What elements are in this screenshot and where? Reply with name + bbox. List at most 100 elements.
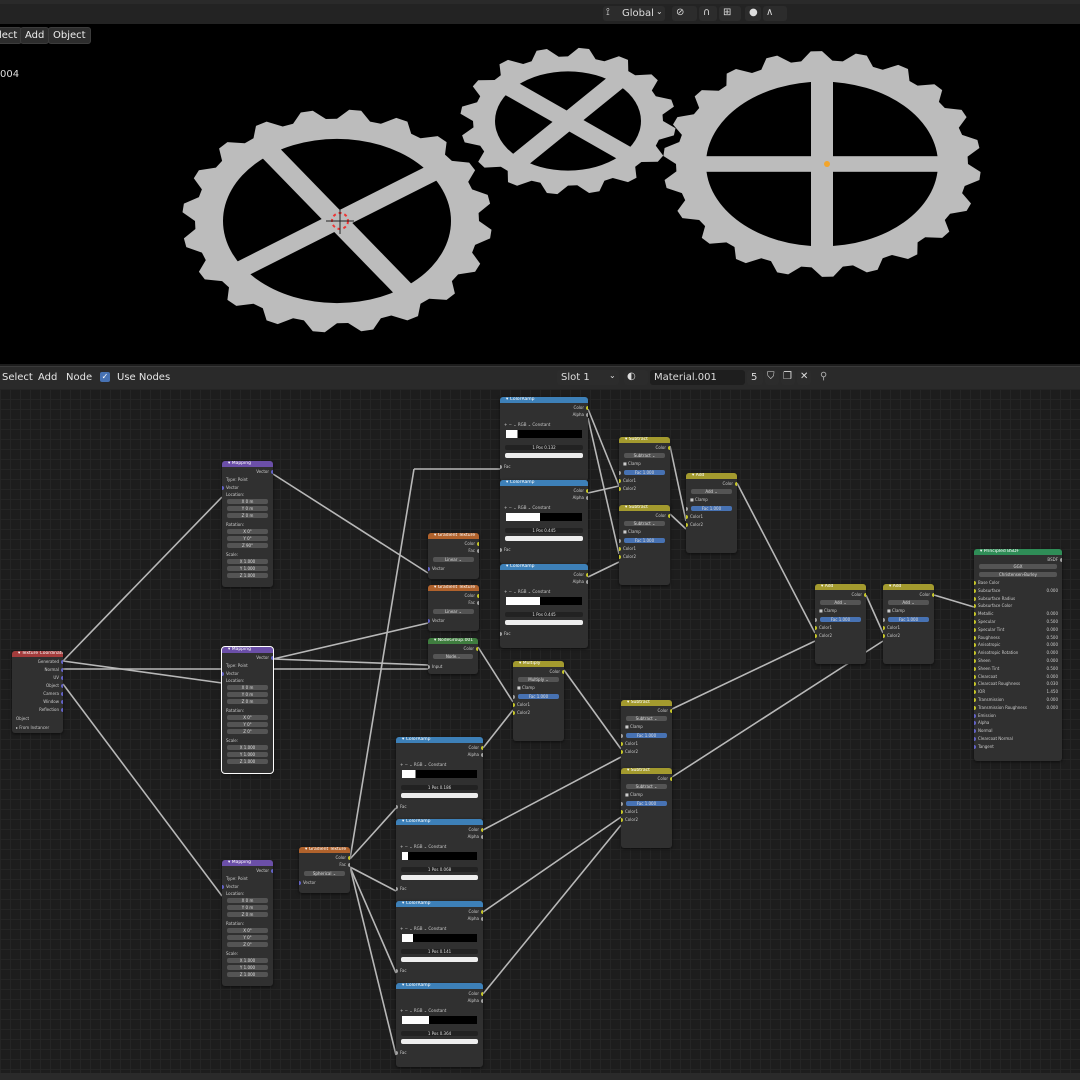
node-socket[interactable] [974,651,976,656]
node-socket[interactable] [883,618,885,622]
node-socket[interactable] [974,744,976,749]
bsdf-input-value[interactable]: 0.000 [1047,627,1058,632]
node-field[interactable]: Y 1.000 [227,566,268,571]
node-socket[interactable] [621,818,623,822]
node-field[interactable]: Subtract ⌄ [626,784,667,789]
node-socket[interactable] [271,656,273,660]
node-socket[interactable] [428,619,430,623]
node-field[interactable]: X 0 m [227,499,268,504]
node-socket[interactable] [974,612,976,617]
node-field[interactable]: Add ⌄ [691,489,732,494]
gradient-texture-node-1[interactable]: ▾ Gradient Texture Color Fac Linear ⌄ Vector [428,533,479,579]
node-field[interactable]: X 1.000 [227,745,268,750]
node-field[interactable]: Y 0° [227,536,268,541]
colorramp-color-swatch[interactable] [401,793,478,798]
node-socket[interactable] [586,496,588,500]
colorramp-color-swatch[interactable] [505,453,583,458]
node-socket[interactable] [686,515,688,519]
node-field[interactable]: Z 90° [227,543,268,548]
node-socket[interactable] [974,588,976,593]
node-socket[interactable] [974,666,976,671]
bsdf-input-value[interactable]: 0.000 [1047,588,1058,593]
node-socket[interactable] [686,523,688,527]
node-socket[interactable] [974,635,976,640]
add-node-2[interactable]: ▾ Add Color Add ⌄ ■ Clamp Fac 1.000 Color1 Col… [815,584,866,664]
colorramp-color-swatch[interactable] [401,875,478,880]
node-socket[interactable] [735,482,737,486]
node-socket[interactable] [974,620,976,624]
node-socket[interactable] [396,969,398,973]
node-socket[interactable] [621,734,623,738]
node-socket[interactable] [883,626,885,630]
node-socket[interactable] [271,470,273,474]
node-socket[interactable] [396,805,398,809]
node-field[interactable]: Y 0 m [227,905,268,910]
distribution-dropdown[interactable]: GGX [979,564,1057,569]
slot-dropdown[interactable]: Slot 1 ⌄ [557,370,619,385]
bsdf-input-value[interactable]: 0.500 [1047,635,1058,640]
bsdf-input-value[interactable]: 0.000 [1047,697,1058,702]
node-socket[interactable] [500,632,502,636]
node-field[interactable]: Z 1.000 [227,759,268,764]
node-field[interactable]: X 0 m [227,685,268,690]
node-field[interactable]: Fac 1.000 [626,801,667,806]
gear-right[interactable] [663,51,981,277]
bsdf-input-value[interactable]: 0.000 [1047,642,1058,647]
node-socket[interactable] [974,729,976,734]
3d-viewport[interactable]: lect Add Object 004 [0,24,1080,364]
node-socket[interactable] [481,917,483,921]
node-socket[interactable] [586,489,588,493]
node-socket[interactable] [974,604,976,609]
node-field[interactable]: Z 0 m [227,912,268,917]
node-socket[interactable] [61,700,63,704]
node-socket[interactable] [428,665,430,669]
node-field[interactable]: Y 0 m [227,506,268,511]
colorramp-position-field[interactable]: 1 Pos 0.141 [401,949,478,954]
node-socket[interactable] [500,465,502,469]
node-socket[interactable] [61,692,63,696]
node-socket[interactable] [481,753,483,757]
node-socket[interactable] [586,413,588,417]
gradient-texture-node-3[interactable]: ▾ Gradient Texture Color Fac Spherical ⌄ Vec… [299,847,350,893]
node-field[interactable]: Fac 1.000 [888,617,929,622]
node-socket[interactable] [815,626,817,630]
node-socket[interactable] [670,709,672,713]
node-socket[interactable] [974,581,976,585]
node-socket[interactable] [477,549,479,553]
add-node-3[interactable]: ▾ Add Color Add ⌄ ■ Clamp Fac 1.000 Color1 Col… [883,584,934,664]
falloff-dropdown[interactable]: ∧ [763,6,787,21]
node-field[interactable]: Subtract ⌄ [624,453,665,458]
gradient-texture-node-2[interactable]: ▾ Gradient Texture Color Fac Linear ⌄ Vector [428,585,479,631]
node-socket[interactable] [586,406,588,410]
node-socket[interactable] [61,708,63,712]
node-field[interactable]: Add ⌄ [888,600,929,605]
node-socket[interactable] [974,721,976,726]
pivot-dropdown[interactable]: ⊘ [672,6,697,21]
node-socket[interactable] [619,487,621,491]
bsdf-input-value[interactable]: 0.500 [1047,666,1058,671]
node-field[interactable]: Linear ⌄ [433,609,474,614]
bsdf-input-value[interactable]: 0.000 [1047,658,1058,663]
node-field[interactable]: Fac 1.000 [626,733,667,738]
node-field[interactable]: X 0 m [227,898,268,903]
mapping-node-3[interactable]: ▾ Mapping Vector Type: Point Vector Location… [222,860,273,986]
node-socket[interactable] [668,514,670,518]
multiply-node[interactable]: ▾ Multiply Color Multiply ⌄ ■ Clamp Fac 1.00… [513,661,564,741]
node-socket[interactable] [619,547,621,551]
node-socket[interactable] [974,627,976,632]
node-socket[interactable] [61,676,63,680]
colorramp-color-swatch[interactable] [505,536,583,541]
bsdf-input-value[interactable]: 0.030 [1047,681,1058,686]
node-socket[interactable] [974,690,976,695]
node-socket[interactable] [883,634,885,638]
node-field[interactable]: Y 0° [227,722,268,727]
node-field[interactable]: Multiply ⌄ [518,677,559,682]
colorramp-color-swatch[interactable] [505,620,583,625]
colorramp-gradient[interactable] [506,513,582,521]
node-socket[interactable] [586,573,588,577]
node-field[interactable]: Z 0 m [227,513,268,518]
node-socket[interactable] [619,479,621,483]
node-socket[interactable] [396,887,398,891]
node-socket[interactable] [61,660,63,664]
colorramp-position-field[interactable]: 1 Pos 0.068 [401,867,478,872]
